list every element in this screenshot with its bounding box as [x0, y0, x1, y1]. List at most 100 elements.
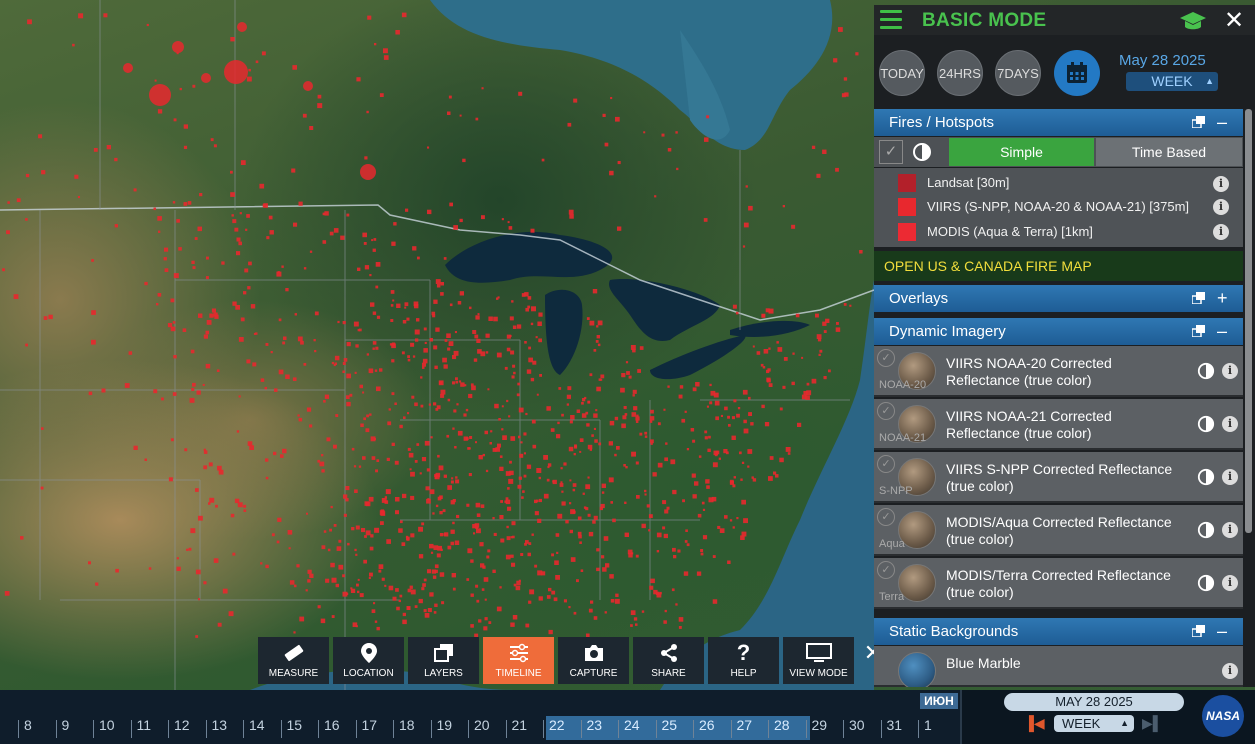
info-icon[interactable]: i	[1213, 176, 1229, 192]
timeline-day[interactable]: 11	[137, 717, 152, 733]
layer-checkbox[interactable]: ✓	[877, 402, 895, 420]
timeline-day[interactable]: 15	[287, 717, 303, 733]
opacity-icon[interactable]	[1197, 574, 1215, 592]
timeline-day[interactable]: 20	[474, 717, 490, 733]
timeline-day[interactable]: 25	[662, 717, 678, 733]
opacity-icon[interactable]	[1197, 362, 1215, 380]
info-icon[interactable]: i	[1222, 363, 1238, 379]
dynamic-layer-row[interactable]: ✓ NOAA-21 VIIRS NOAA-21 Corrected Reflecta…	[874, 399, 1243, 450]
timeline-day[interactable]: 12	[174, 717, 190, 733]
timeline-day[interactable]: 31	[887, 717, 903, 733]
popout-icon[interactable]	[1192, 116, 1205, 128]
timeline-day[interactable]: 13	[212, 717, 228, 733]
timeline-day[interactable]: 9	[62, 717, 70, 733]
timeline-day[interactable]: 16	[324, 717, 340, 733]
info-icon[interactable]: i	[1222, 575, 1238, 591]
layer-checkbox[interactable]: ✓	[877, 455, 895, 473]
interval-select[interactable]: WEEK ▲	[1126, 72, 1218, 91]
simple-button[interactable]: Simple	[949, 138, 1094, 166]
timeline-strip[interactable]: ИЮН 8 9 10 11 12 13 14 15 16 17 18 19 20 21 22 23 24 25 26…	[0, 690, 960, 744]
popout-icon[interactable]	[1192, 292, 1205, 304]
collapse-icon[interactable]: –	[1217, 318, 1227, 345]
static-section-header[interactable]: Static Backgrounds –	[874, 618, 1243, 645]
layer-checkbox[interactable]: ✓	[877, 508, 895, 526]
opacity-icon[interactable]	[1197, 468, 1215, 486]
timeline-day[interactable]: 22	[549, 717, 565, 733]
graduation-cap-icon[interactable]	[1179, 10, 1207, 37]
info-icon[interactable]: i	[1213, 199, 1229, 215]
tool-help[interactable]: ? HELP	[708, 637, 779, 684]
dynamic-layer-row[interactable]: ✓ Terra MODIS/Terra Corrected Reflectance …	[874, 558, 1243, 609]
calendar-button[interactable]	[1054, 50, 1100, 96]
expand-icon[interactable]: +	[1217, 285, 1228, 312]
dynamic-layer-row[interactable]: ✓ NOAA-20 VIIRS NOAA-20 Corrected Reflecta…	[874, 346, 1243, 397]
opacity-icon[interactable]	[912, 142, 932, 162]
timeline-day[interactable]: 14	[249, 717, 265, 733]
tool-location[interactable]: LOCATION	[333, 637, 404, 684]
fire-hotspot	[208, 462, 213, 467]
opacity-icon[interactable]	[1197, 415, 1215, 433]
dynamic-layer-row[interactable]: ✓ S-NPP VIIRS S-NPP Corrected Reflectance …	[874, 452, 1243, 503]
timeline-day[interactable]: 17	[362, 717, 378, 733]
fire-hotspot	[217, 622, 222, 627]
time-based-button[interactable]: Time Based	[1096, 138, 1242, 166]
info-icon[interactable]: i	[1213, 224, 1229, 240]
tool-view-mode[interactable]: VIEW MODE	[783, 637, 854, 684]
fire-hotspot	[752, 478, 757, 482]
timeline-day[interactable]: 28	[774, 717, 790, 733]
timeline-day[interactable]: 18	[399, 717, 415, 733]
fire-hotspot	[635, 623, 638, 626]
panel-scrollbar[interactable]	[1245, 109, 1252, 533]
timeline-day[interactable]: 8	[24, 717, 32, 733]
fire-hotspot	[330, 562, 335, 568]
collapse-icon[interactable]: –	[1217, 618, 1227, 645]
tool-layers[interactable]: LAYERS	[408, 637, 479, 684]
today-button[interactable]: TODAY	[879, 50, 925, 96]
tool-capture[interactable]: CAPTURE	[558, 637, 629, 684]
timeline-day[interactable]: 30	[849, 717, 865, 733]
hamburger-menu-icon[interactable]	[880, 10, 902, 30]
layer-checkbox[interactable]: ✓	[877, 561, 895, 579]
timeline-interval-select[interactable]: WEEK ▲	[1054, 715, 1134, 732]
info-icon[interactable]: i	[1222, 663, 1238, 679]
tool-timeline[interactable]: TIMELINE	[483, 637, 554, 684]
info-icon[interactable]: i	[1222, 469, 1238, 485]
fire-hotspot	[512, 325, 517, 329]
skip-back-icon[interactable]: ▐◀	[1024, 715, 1045, 732]
timeline-date[interactable]: MAY 28 2025	[1004, 693, 1184, 711]
timeline-day[interactable]: 10	[99, 717, 115, 733]
collapse-icon[interactable]: –	[1217, 109, 1227, 136]
overlays-section-header[interactable]: Overlays +	[874, 285, 1243, 312]
dynamic-section-header[interactable]: Dynamic Imagery –	[874, 318, 1243, 345]
timeline-day[interactable]: 26	[699, 717, 715, 733]
dynamic-layer-row[interactable]: ✓ Aqua MODIS/Aqua Corrected Reflectance (t…	[874, 505, 1243, 556]
tool-measure[interactable]: MEASURE	[258, 637, 329, 684]
fire-hotspot	[364, 156, 368, 160]
timeline-day[interactable]: 27	[737, 717, 753, 733]
opacity-icon[interactable]	[1197, 521, 1215, 539]
fire-hotspot	[558, 387, 562, 390]
popout-icon[interactable]	[1192, 325, 1205, 337]
timeline-day[interactable]: 1	[924, 717, 932, 733]
layer-checkbox[interactable]: ✓	[877, 349, 895, 367]
static-layer-blue-marble[interactable]: Blue Marble i	[874, 646, 1243, 687]
fires-section-header[interactable]: Fires / Hotspots –	[874, 109, 1243, 136]
info-icon[interactable]: i	[1222, 522, 1238, 538]
timeline-day[interactable]: 29	[812, 717, 828, 733]
fire-hotspot	[713, 450, 718, 456]
timeline-day[interactable]: 23	[587, 717, 603, 733]
popout-icon[interactable]	[1192, 625, 1205, 637]
timeline-day[interactable]: 21	[512, 717, 528, 733]
fire-hotspot	[364, 535, 367, 538]
7days-button[interactable]: 7DAYS	[995, 50, 1041, 96]
fire-hotspot	[455, 377, 458, 381]
close-icon[interactable]: ✕	[1224, 6, 1244, 35]
24hrs-button[interactable]: 24HRS	[937, 50, 983, 96]
info-icon[interactable]: i	[1222, 416, 1238, 432]
fires-checkbox[interactable]: ✓	[879, 140, 903, 164]
open-fire-map-link[interactable]: OPEN US & CANADA FIRE MAP	[874, 251, 1243, 281]
timeline-day[interactable]: 19	[437, 717, 453, 733]
tool-share[interactable]: SHARE	[633, 637, 704, 684]
timeline-day[interactable]: 24	[624, 717, 640, 733]
fire-hotspot	[525, 307, 529, 312]
